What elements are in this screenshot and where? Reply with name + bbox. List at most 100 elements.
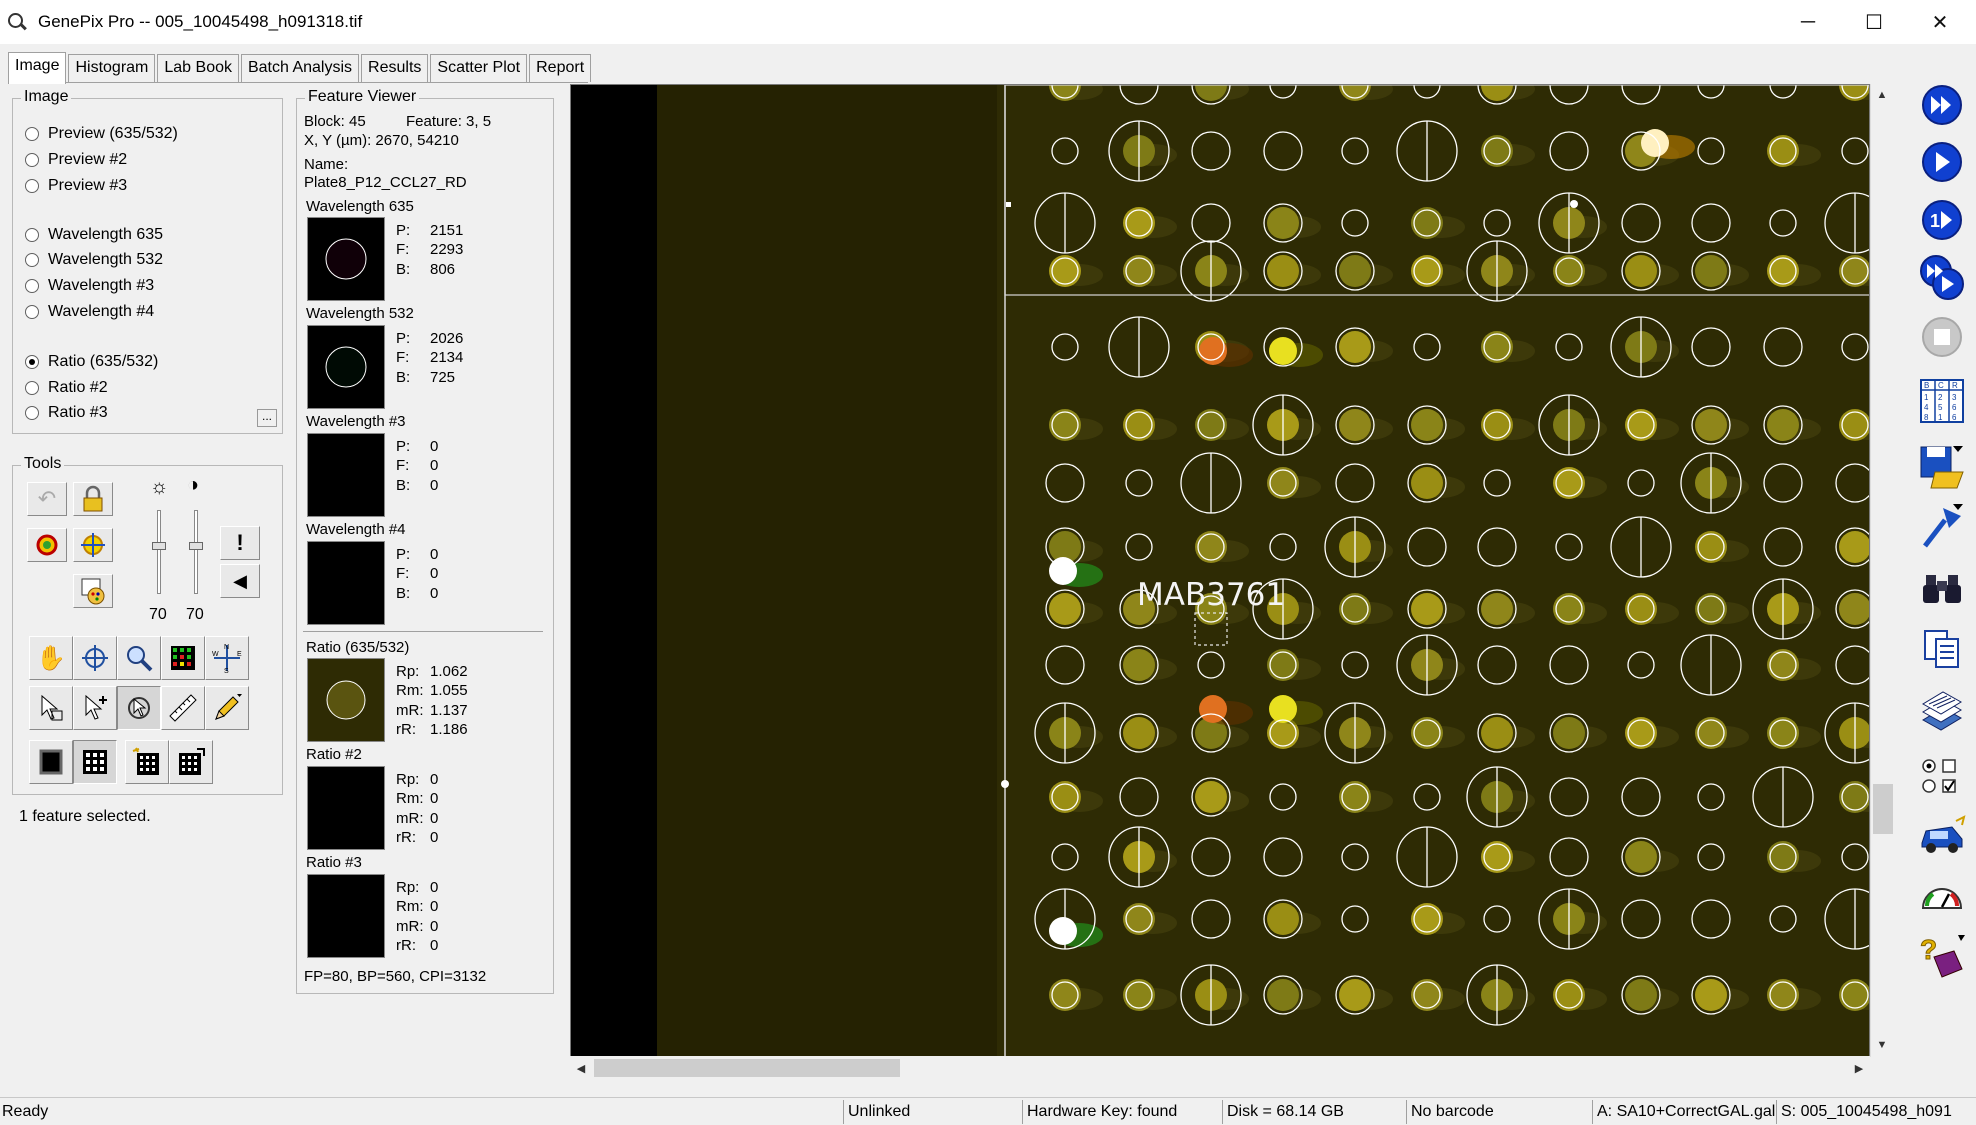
back-button[interactable]: ◀ bbox=[220, 564, 260, 598]
contrast-slider[interactable] bbox=[194, 510, 198, 594]
more-options-button[interactable]: ... bbox=[257, 409, 277, 427]
feature-label-mab3761: MAB3761 bbox=[1137, 577, 1285, 613]
lock-button[interactable] bbox=[73, 482, 113, 516]
vertical-scrollbar[interactable]: ▲ ▼ bbox=[1870, 84, 1894, 1057]
rotate-pointer-icon bbox=[128, 697, 150, 719]
wavelength-635-thumbnail bbox=[307, 217, 385, 301]
array-spot bbox=[1123, 409, 1155, 441]
brightness-slider[interactable] bbox=[157, 510, 161, 594]
radio-ratio-3[interactable]: Ratio #3 bbox=[25, 404, 108, 422]
status-hardware-key: Hardware Key: found bbox=[1022, 1100, 1222, 1124]
layers-button[interactable] bbox=[1914, 686, 1970, 740]
scroll-down-arrow-icon[interactable]: ▼ bbox=[1871, 1034, 1893, 1056]
rotate-select-button[interactable] bbox=[117, 686, 161, 730]
block-view-button[interactable] bbox=[29, 740, 73, 784]
select-button[interactable] bbox=[29, 686, 73, 730]
align-features-button[interactable] bbox=[73, 528, 113, 562]
microarray-image[interactable]: MAB3761 bbox=[571, 85, 1870, 1058]
tab-histogram[interactable]: Histogram bbox=[68, 54, 156, 82]
radio-button[interactable] bbox=[25, 253, 39, 267]
radio-button[interactable] bbox=[25, 406, 39, 420]
array-spot bbox=[1049, 409, 1081, 441]
feature-properties-button[interactable] bbox=[73, 574, 113, 608]
scan-line-button[interactable]: 1 bbox=[1914, 193, 1970, 247]
flag-button[interactable] bbox=[1914, 498, 1970, 552]
tab-results[interactable]: Results bbox=[361, 54, 429, 82]
tab-report[interactable]: Report bbox=[529, 54, 592, 82]
ratio-2-values: Rp: 0 Rm: 0 mR: 0 rR: 0 bbox=[396, 771, 439, 846]
array-spot bbox=[1767, 255, 1799, 287]
find-button[interactable] bbox=[1914, 562, 1970, 616]
radio-ratio-2[interactable]: Ratio #2 bbox=[25, 379, 108, 397]
vertical-scroll-thumb[interactable] bbox=[1873, 784, 1893, 834]
radio-wavelength-3[interactable]: Wavelength #3 bbox=[25, 277, 154, 295]
radio-wavelength-635[interactable]: Wavelength 635 bbox=[25, 226, 163, 244]
tab-scatter-plot[interactable]: Scatter Plot bbox=[430, 54, 528, 82]
add-select-button[interactable] bbox=[73, 686, 117, 730]
radio-button[interactable] bbox=[25, 179, 39, 193]
scroll-up-arrow-icon[interactable]: ▲ bbox=[1871, 84, 1893, 106]
array-spot bbox=[1339, 331, 1371, 363]
radio-wavelength-4[interactable]: Wavelength #4 bbox=[25, 303, 154, 321]
image-group: Image Preview (635/532) Preview #2 Previ… bbox=[12, 88, 283, 434]
compass-button[interactable]: NW E S bbox=[205, 636, 249, 680]
save-open-icon bbox=[1920, 446, 1964, 489]
find-features-button[interactable] bbox=[27, 528, 67, 562]
stop-button[interactable] bbox=[1914, 310, 1970, 364]
radio-preview-635-532[interactable]: Preview (635/532) bbox=[25, 125, 178, 143]
grid-color-button[interactable] bbox=[161, 636, 205, 680]
help-button[interactable]: ? bbox=[1914, 930, 1970, 984]
ruler-button[interactable] bbox=[161, 686, 205, 730]
block-numbering-button[interactable]: BCR123456816 bbox=[1914, 374, 1970, 428]
brightness-slider-thumb[interactable] bbox=[152, 542, 166, 550]
svg-text:1: 1 bbox=[1938, 413, 1943, 422]
autoload-button[interactable] bbox=[1914, 810, 1970, 864]
copy-button[interactable] bbox=[1914, 622, 1970, 676]
zoom-button[interactable] bbox=[117, 636, 161, 680]
contrast-slider-thumb[interactable] bbox=[189, 542, 203, 550]
microarray-image-view[interactable]: MAB3761 bbox=[570, 84, 1870, 1058]
radio-button[interactable] bbox=[25, 305, 39, 319]
scroll-left-arrow-icon[interactable]: ◀ bbox=[570, 1057, 592, 1079]
radio-button[interactable] bbox=[25, 279, 39, 293]
scan-multi-button[interactable] bbox=[1914, 251, 1970, 305]
array-spot bbox=[1339, 593, 1371, 625]
scan-button[interactable] bbox=[1914, 135, 1970, 189]
radio-preview-3[interactable]: Preview #3 bbox=[25, 177, 127, 195]
horizontal-scrollbar[interactable]: ◀ ▶ bbox=[570, 1056, 1870, 1080]
svg-text:5: 5 bbox=[1938, 403, 1943, 412]
edit-grid-button[interactable] bbox=[169, 740, 213, 784]
scroll-right-arrow-icon[interactable]: ▶ bbox=[1848, 1057, 1870, 1079]
radio-button[interactable] bbox=[25, 127, 39, 141]
close-button[interactable]: ✕ bbox=[1906, 0, 1974, 44]
name-label: Name: bbox=[304, 156, 349, 173]
scan-fast-button[interactable] bbox=[1914, 78, 1970, 132]
minimize-button[interactable]: ─ bbox=[1774, 0, 1842, 44]
horizontal-scroll-thumb[interactable] bbox=[594, 1059, 900, 1077]
undo-button[interactable]: ↶ bbox=[27, 482, 67, 516]
radio-button[interactable] bbox=[25, 228, 39, 242]
array-spot bbox=[1767, 649, 1799, 681]
maximize-button[interactable]: ☐ bbox=[1840, 0, 1908, 44]
tab-lab-book[interactable]: Lab Book bbox=[157, 54, 239, 82]
radio-preview-2[interactable]: Preview #2 bbox=[25, 151, 127, 169]
pan-button[interactable]: ✋ bbox=[29, 636, 73, 680]
radio-wavelength-532[interactable]: Wavelength 532 bbox=[25, 251, 163, 269]
tab-image[interactable]: Image bbox=[8, 52, 67, 84]
radio-button[interactable] bbox=[25, 153, 39, 167]
options-button[interactable] bbox=[1914, 750, 1970, 804]
tab-batch-analysis[interactable]: Batch Analysis bbox=[240, 54, 360, 82]
radio-ratio-635-532[interactable]: Ratio (635/532) bbox=[25, 353, 158, 371]
radio-button[interactable] bbox=[25, 381, 39, 395]
radio-button-selected[interactable] bbox=[25, 355, 39, 369]
gauge-button[interactable] bbox=[1914, 870, 1970, 924]
pencil-button[interactable] bbox=[205, 686, 249, 730]
exclamation-button[interactable]: ! bbox=[220, 526, 260, 560]
array-spot bbox=[1481, 331, 1513, 363]
save-open-button[interactable] bbox=[1914, 440, 1970, 494]
zoom-target-button[interactable] bbox=[73, 636, 117, 680]
array-spot bbox=[1123, 207, 1155, 239]
grid-view-button[interactable] bbox=[73, 740, 117, 784]
array-spot bbox=[1839, 531, 1869, 563]
new-grid-button[interactable] bbox=[125, 740, 169, 784]
